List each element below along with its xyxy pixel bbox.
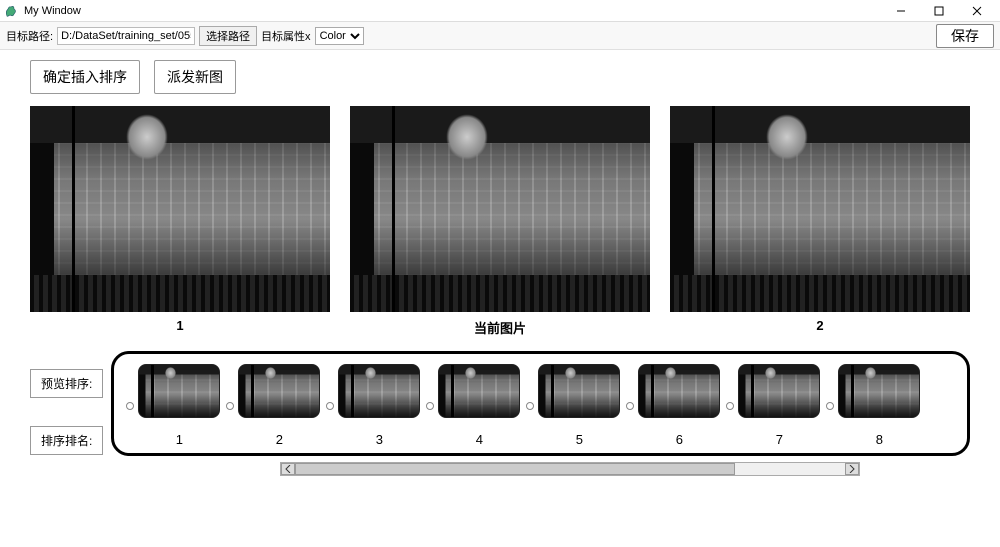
thumb-radio[interactable]	[626, 402, 634, 410]
thumb-radio[interactable]	[326, 402, 334, 410]
preview-sort-button[interactable]: 预览排序:	[30, 369, 103, 398]
thumb-image[interactable]	[738, 364, 820, 418]
thumb-item: 1	[138, 364, 220, 447]
thumb-radio[interactable]	[726, 402, 734, 410]
path-label: 目标路径:	[6, 28, 53, 44]
action-row: 确定插入排序 派发新图	[30, 60, 970, 94]
thumb-rank: 2	[276, 432, 283, 447]
thumb-item: 7	[738, 364, 820, 447]
thumb-item: 6	[638, 364, 720, 447]
thumb-rank: 6	[676, 432, 683, 447]
thumb-rank: 7	[776, 432, 783, 447]
thumb-rank: 5	[576, 432, 583, 447]
horizontal-scrollbar[interactable]	[280, 462, 860, 476]
thumb-image[interactable]	[838, 364, 920, 418]
image-center-caption: 当前图片	[474, 318, 526, 337]
thumb-row: 1 2 3	[126, 364, 955, 447]
image-right[interactable]	[670, 106, 970, 312]
thumb-item: 4	[438, 364, 520, 447]
thumb-item: 5	[538, 364, 620, 447]
image-row: 1 当前图片 2	[30, 106, 970, 337]
scrollbar-left-button[interactable]	[281, 463, 295, 475]
path-input[interactable]	[57, 27, 195, 45]
app-icon	[4, 4, 18, 18]
dispatch-button[interactable]: 派发新图	[154, 60, 236, 94]
thumb-image[interactable]	[438, 364, 520, 418]
minimize-button[interactable]	[882, 0, 920, 22]
thumb-rank: 1	[176, 432, 183, 447]
thumb-image[interactable]	[538, 364, 620, 418]
titlebar: My Window	[0, 0, 1000, 22]
window-controls	[882, 0, 996, 22]
preview-rank-button[interactable]: 排序排名:	[30, 426, 103, 455]
maximize-button[interactable]	[920, 0, 958, 22]
preview-section: 预览排序: 排序排名: 1 2	[30, 351, 970, 456]
thumb-item: 3	[338, 364, 420, 447]
image-left-cell: 1	[30, 106, 330, 337]
thumb-radio[interactable]	[126, 402, 134, 410]
thumb-radio[interactable]	[426, 402, 434, 410]
thumb-image[interactable]	[138, 364, 220, 418]
thumb-item: 8	[838, 364, 920, 447]
scrollbar-right-button[interactable]	[845, 463, 859, 475]
thumb-rank: 4	[476, 432, 483, 447]
image-left-caption: 1	[176, 318, 183, 333]
window-title: My Window	[24, 5, 882, 17]
thumb-item: 2	[238, 364, 320, 447]
thumb-radio[interactable]	[226, 402, 234, 410]
attr-select[interactable]: Color	[315, 27, 364, 45]
thumb-rank: 3	[376, 432, 383, 447]
image-center[interactable]	[350, 106, 650, 312]
thumb-image[interactable]	[338, 364, 420, 418]
close-button[interactable]	[958, 0, 996, 22]
image-right-cell: 2	[670, 106, 970, 337]
save-button[interactable]: 保存	[936, 24, 994, 48]
thumb-image[interactable]	[238, 364, 320, 418]
thumb-radio[interactable]	[526, 402, 534, 410]
thumb-rank: 8	[876, 432, 883, 447]
image-center-cell: 当前图片	[350, 106, 650, 337]
image-right-caption: 2	[816, 318, 823, 333]
scrollbar-thumb[interactable]	[295, 463, 735, 475]
thumb-container: 1 2 3	[111, 351, 970, 456]
thumb-radio[interactable]	[826, 402, 834, 410]
choose-path-button[interactable]: 选择路径	[199, 26, 257, 46]
scrollbar-track[interactable]	[295, 463, 845, 475]
confirm-insert-button[interactable]: 确定插入排序	[30, 60, 140, 94]
main-content: 确定插入排序 派发新图 1 当前图片 2 预览排序: 排序排名:	[0, 50, 1000, 456]
thumb-image[interactable]	[638, 364, 720, 418]
preview-labels: 预览排序: 排序排名:	[30, 351, 103, 455]
attr-label: 目标属性x	[261, 28, 311, 44]
image-left[interactable]	[30, 106, 330, 312]
toolbar: 目标路径: 选择路径 目标属性x Color 保存	[0, 22, 1000, 50]
